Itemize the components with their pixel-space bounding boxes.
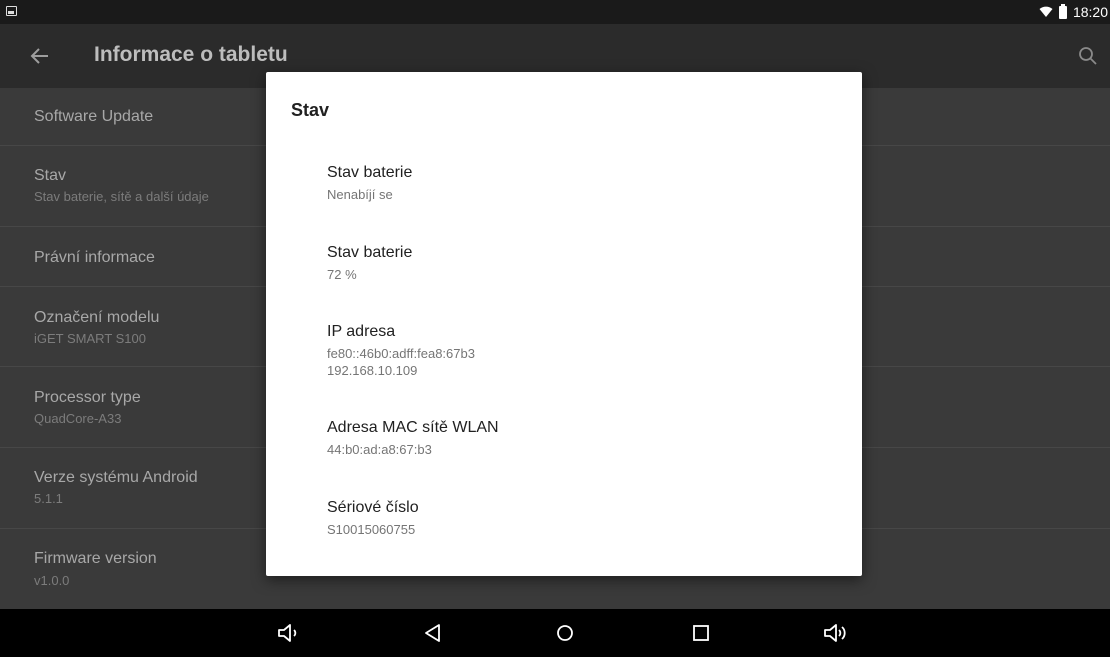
- dialog-item-value-secondary: 192.168.10.109: [327, 363, 418, 378]
- page-title: Informace o tabletu: [94, 43, 288, 66]
- dialog-item-ip-address: IP adresa fe80::46b0:adff:fea8:67b3 192.…: [327, 323, 475, 379]
- arrow-back-icon[interactable]: [28, 44, 52, 68]
- list-item-title: Stav: [34, 167, 67, 184]
- dialog-item-value: S10015060755: [327, 522, 416, 537]
- dialog-item-value: fe80::46b0:adff:fea8:67b3: [327, 346, 475, 361]
- status-time: 18:20: [1072, 4, 1108, 20]
- dialog-item-label: Stav baterie: [327, 164, 413, 181]
- status-dialog: Stav Stav baterie Nenabíjí se Stav bater…: [266, 72, 862, 576]
- recents-icon[interactable]: [688, 621, 714, 645]
- dialog-item-battery-level: Stav baterie 72 %: [327, 244, 412, 283]
- search-icon[interactable]: [1078, 46, 1098, 66]
- notification-icon: [6, 6, 17, 16]
- back-icon[interactable]: [420, 621, 446, 645]
- dialog-item-label: Sériové číslo: [327, 499, 419, 516]
- dialog-item-battery-status: Stav baterie Nenabíjí se: [327, 164, 412, 203]
- dialog-item-value: Nenabíjí se: [327, 187, 393, 202]
- volume-down-icon[interactable]: [276, 621, 302, 645]
- navigation-bar: [0, 609, 1110, 657]
- dialog-item-value: 72 %: [327, 267, 357, 282]
- list-item-title: Označení modelu: [34, 309, 160, 326]
- list-item-title: Software Update: [34, 108, 154, 125]
- dialog-item-label: Adresa MAC sítě WLAN: [327, 419, 499, 436]
- list-item-title: Processor type: [34, 389, 141, 406]
- home-icon[interactable]: [552, 621, 578, 645]
- list-item-title: Firmware version: [34, 550, 157, 567]
- dialog-title: Stav: [291, 100, 330, 120]
- volume-up-icon[interactable]: [822, 621, 848, 645]
- wifi-icon: [1039, 6, 1053, 17]
- status-icons: 18:20: [1039, 0, 1110, 24]
- dialog-item-label: IP adresa: [327, 323, 396, 340]
- dialog-item-wlan-mac: Adresa MAC sítě WLAN 44:b0:ad:a8:67:b3: [327, 419, 499, 458]
- dialog-item-serial-number: Sériové číslo S10015060755: [327, 499, 419, 538]
- list-item-subtitle: 5.1.1: [34, 491, 63, 506]
- dialog-item-value: 44:b0:ad:a8:67:b3: [327, 442, 432, 457]
- list-item-subtitle: Stav baterie, sítě a další údaje: [34, 189, 209, 204]
- battery-icon: [1058, 3, 1067, 19]
- status-bar: 18:20: [0, 0, 1110, 24]
- dialog-item-label: Stav baterie: [327, 244, 413, 261]
- list-item-subtitle: iGET SMART S100: [34, 331, 146, 346]
- list-item-subtitle: v1.0.0: [34, 573, 70, 588]
- list-item-title: Právní informace: [34, 249, 155, 266]
- list-item-subtitle: QuadCore-A33: [34, 411, 122, 426]
- list-item-title: Verze systému Android: [34, 469, 198, 486]
